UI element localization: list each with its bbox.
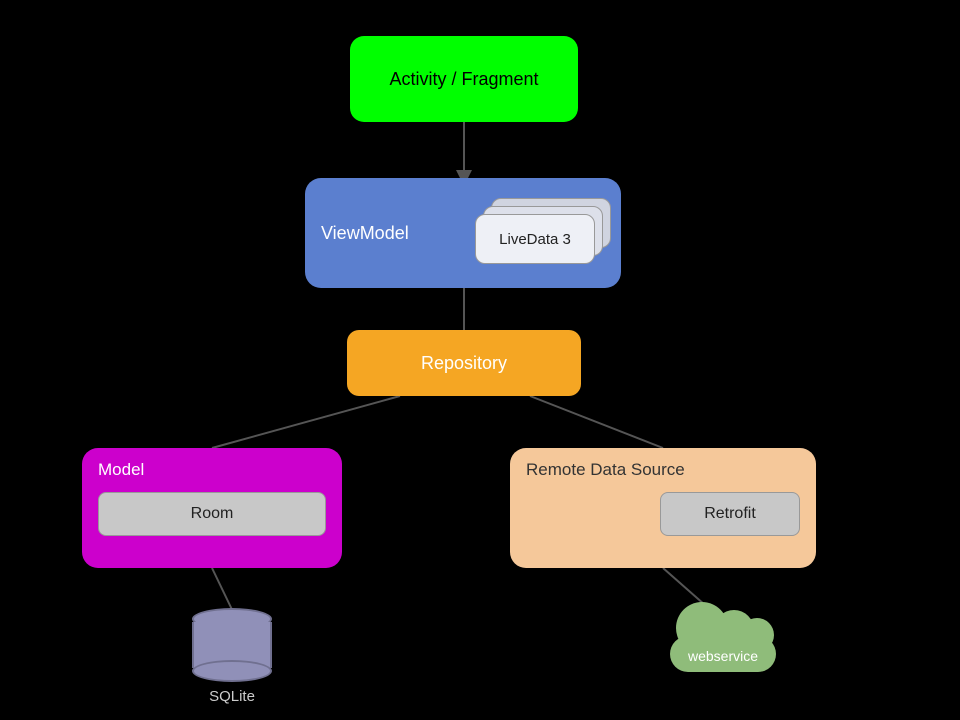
viewmodel-label: ViewModel — [321, 223, 409, 244]
sqlite-label: SQLite — [209, 688, 255, 705]
retrofit-inner: Retrofit — [660, 492, 800, 536]
activity-fragment-label: Activity / Fragment — [389, 69, 538, 90]
remote-data-source-box: Remote Data Source Retrofit — [510, 448, 816, 568]
viewmodel-box: ViewModel LiveData 3 — [305, 178, 621, 288]
livedata-stack: LiveData 3 — [475, 198, 605, 268]
diagram-container: Activity / Fragment ViewModel LiveData 3… — [0, 0, 960, 720]
repository-box: Repository — [347, 330, 581, 396]
retrofit-label: Retrofit — [704, 505, 756, 523]
livedata-card-front: LiveData 3 — [475, 214, 595, 264]
cylinder-bottom — [192, 660, 272, 682]
room-label: Room — [191, 505, 234, 523]
model-label: Model — [98, 460, 326, 480]
sqlite-container: SQLite — [192, 608, 272, 705]
remote-label: Remote Data Source — [526, 460, 800, 480]
webservice-container: webservice — [658, 608, 788, 672]
sqlite-cylinder — [192, 608, 272, 682]
livedata-label: LiveData 3 — [499, 231, 571, 248]
webservice-label: webservice — [658, 648, 788, 664]
model-box: Model Room — [82, 448, 342, 568]
repository-label: Repository — [421, 353, 507, 374]
activity-fragment-box: Activity / Fragment — [350, 36, 578, 122]
room-inner: Room — [98, 492, 326, 536]
webservice-cloud: webservice — [658, 608, 788, 672]
